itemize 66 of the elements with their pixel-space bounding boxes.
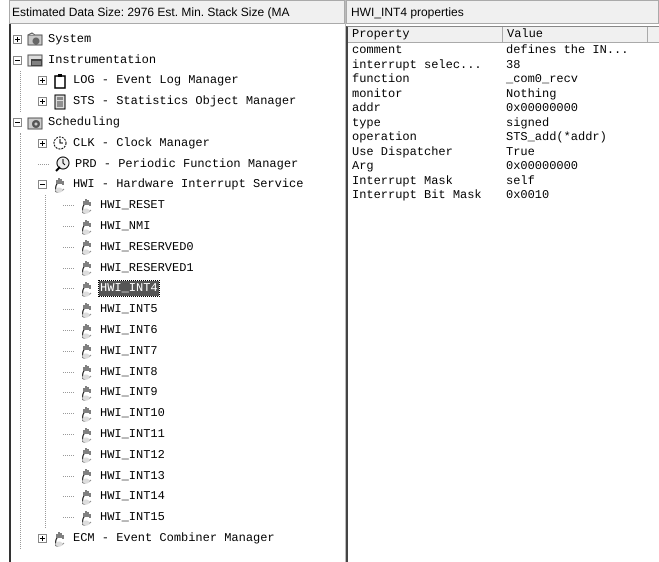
value-cell-text: 38 (505, 58, 522, 72)
property-cell-text: Interrupt Mask (351, 174, 454, 188)
gear-folder-icon (27, 114, 43, 131)
tree-item[interactable]: HWI_INT13 (99, 468, 166, 484)
value-cell-text: defines the IN... (505, 43, 630, 58)
value-cell-text: 0x00000000 (505, 159, 580, 174)
value-cell-text: 0x0010 (505, 188, 550, 202)
collapse-toggle[interactable] (13, 56, 22, 65)
tree-item[interactable]: HWI - Hardware Interrupt Service (72, 177, 304, 192)
property-cell-text: comment (351, 43, 404, 58)
tree-item[interactable]: HWI_INT11 (99, 427, 166, 442)
value-cell-text: Nothing (505, 86, 558, 101)
property-cell-text: function (351, 72, 411, 86)
tree-item[interactable]: HWI_INT12 (99, 448, 166, 463)
system-folder-icon (27, 31, 43, 48)
tree-item[interactable]: HWI_INT8 (99, 364, 159, 380)
value-cell-text: 0x00000000 (505, 101, 580, 116)
expand-toggle[interactable] (38, 76, 47, 86)
value-cell-text: STS_add(*addr) (505, 130, 608, 144)
tree-item[interactable]: HWI_INT10 (99, 406, 166, 422)
column-header[interactable]: Value (503, 27, 648, 43)
tree-item[interactable]: HWI_INT15 (99, 510, 166, 526)
expand-toggle[interactable] (38, 97, 47, 106)
column-header[interactable]: Property (348, 27, 503, 43)
panel-title: HWI_INT4 properties (346, 0, 659, 24)
tree-item[interactable]: HWI_RESERVED0 (99, 240, 195, 255)
tree-item[interactable]: HWI_NMI (99, 219, 152, 234)
tree-item[interactable]: HWI_INT6 (99, 323, 159, 338)
expand-toggle[interactable] (38, 138, 47, 148)
property-cell-text: Arg (351, 159, 375, 174)
expand-toggle[interactable] (13, 34, 22, 44)
tree-item[interactable]: HWI_RESET (99, 198, 166, 214)
value-cell-text: True (505, 144, 536, 159)
tree-item[interactable]: HWI_INT4 (99, 281, 159, 296)
property-cell-text: Interrupt Bit Mask (351, 188, 483, 202)
value-cell-text: self (505, 174, 536, 188)
tree-item[interactable]: HWI_INT7 (99, 344, 159, 359)
clipboard-icon (52, 72, 68, 89)
collapse-toggle[interactable] (38, 180, 47, 190)
property-cell-text: interrupt selec... (351, 58, 483, 72)
value-cell-text: _com0_recv (505, 72, 580, 86)
clock-icon (52, 135, 68, 152)
tree-item[interactable]: HWI_INT9 (99, 385, 159, 400)
column-header (648, 27, 659, 43)
tree-item[interactable]: CLK - Clock Manager (72, 136, 211, 151)
collapse-toggle[interactable] (13, 118, 22, 128)
tree-item[interactable]: HWI_INT14 (99, 489, 166, 504)
calculator-icon (52, 94, 68, 110)
tree-item[interactable]: HWI_RESERVED1 (99, 260, 195, 276)
tree-item[interactable]: PRD - Periodic Function Manager (74, 156, 300, 172)
calculator-folder-icon (27, 52, 43, 68)
tree-item[interactable]: System (47, 32, 92, 47)
expand-toggle[interactable] (38, 534, 47, 544)
property-cell-text: addr (351, 101, 382, 116)
panel-title: Estimated Data Size: 2976 Est. Min. Stack Size (MA (9, 0, 345, 24)
tree-item[interactable]: ECM - Event Combiner Manager (72, 531, 276, 546)
property-cell-text: type (351, 116, 382, 130)
value-cell-text: signed (505, 116, 550, 130)
property-cell-text: monitor (351, 86, 404, 101)
property-cell-text: operation (351, 130, 418, 144)
tree-item[interactable]: Instrumentation (47, 52, 158, 68)
tree-item[interactable]: HWI_INT5 (99, 302, 159, 318)
tree-item[interactable]: Scheduling (47, 115, 122, 130)
property-cell-text: Use Dispatcher (351, 144, 454, 159)
tree-item[interactable]: STS - Statistics Object Manager (72, 94, 298, 110)
tree-item[interactable]: LOG - Event Log Manager (72, 73, 240, 88)
